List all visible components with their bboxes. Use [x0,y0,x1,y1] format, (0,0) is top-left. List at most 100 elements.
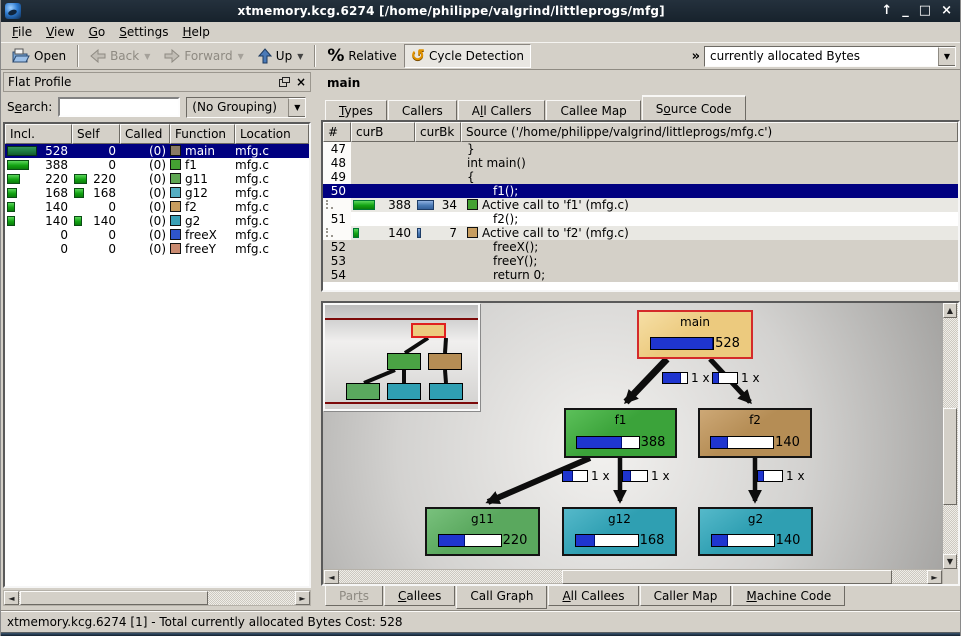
column-header-incl[interactable]: Incl. [5,124,72,144]
function-row-main[interactable]: 5280(0)mainmfg.c [5,144,309,158]
function-row-g12[interactable]: 168168(0)g12mfg.c [5,186,309,200]
graph-node-f2[interactable]: f2140 [698,408,812,458]
grouping-combobox[interactable]: (No Grouping) ▼ [186,97,306,118]
graph-overview-minimap[interactable] [323,303,480,411]
source-column-header[interactable]: curB [351,122,415,142]
open-button[interactable]: Open [5,44,73,68]
column-header-function[interactable]: Function [170,124,235,144]
tab-all-callees[interactable]: All Callees [548,586,638,606]
column-header-called[interactable]: Called [120,124,170,144]
function-row-g2[interactable]: 140140(0)g2mfg.c [5,214,309,228]
scroll-up-icon[interactable]: ▲ [943,303,957,318]
scroll-right-icon[interactable]: ► [295,591,310,605]
source-line-49[interactable]: 49{ [323,170,958,184]
source-line-51[interactable]: 51f2(); [323,212,958,226]
call-graph-panel: main528f1388f2140g11220g12168g21401 x1 x… [321,301,960,586]
edge-label-f1-g11: 1 x [562,469,610,483]
maximize-button[interactable]: □ [919,4,931,18]
function-row-f2[interactable]: 1400(0)f2mfg.c [5,200,309,214]
call-graph-canvas[interactable]: main528f1388f2140g11220g12168g21401 x1 x… [323,303,943,569]
source-column-header[interactable]: # [323,122,351,142]
vertical-splitter[interactable] [313,70,321,610]
function-name: main [185,144,215,158]
scroll-left-icon[interactable]: ◄ [4,591,19,605]
function-row-freeX[interactable]: 00(0)freeXmfg.c [5,228,309,242]
tab-caller-map[interactable]: Caller Map [640,586,732,606]
graph-node-g11[interactable]: g11220 [425,507,540,556]
incl-value: 140 [45,200,68,214]
incl-cost-bar [7,146,37,156]
function-row-f1[interactable]: 3880(0)f1mfg.c [5,158,309,172]
scrollbar-thumb[interactable] [562,570,892,584]
graph-node-main[interactable]: main528 [637,310,753,359]
function-row-g11[interactable]: 220220(0)g11mfg.c [5,172,309,186]
shade-button[interactable]: ↑ [881,4,892,18]
function-color-icon [170,159,181,170]
minimap-node [346,383,380,400]
tab-call-graph[interactable]: Call Graph [456,586,547,609]
tab-all-callers[interactable]: All Callers [458,100,546,120]
cycle-detection-button[interactable]: ↺ Cycle Detection [404,44,531,68]
column-header-self[interactable]: Self [72,124,120,144]
self-value: 0 [108,158,116,172]
up-button[interactable]: Up ▼ [251,44,311,68]
active-call-row[interactable]: 1407Active call to 'f2' (mfg.c) [323,226,958,240]
source-column-header[interactable]: Source ('/home/philippe/valgrind/littlep… [461,122,958,142]
column-header-location[interactable]: Location [235,124,309,144]
tab-callee-map[interactable]: Callee Map [546,100,640,120]
graph-hscrollbar[interactable]: ◄ ► [323,569,943,584]
scrollbar-thumb[interactable] [20,591,208,605]
source-line-47[interactable]: 47} [323,142,958,156]
minimap-node [429,383,463,400]
minimize-button[interactable]: _ [902,4,909,18]
menu-go[interactable]: Go [82,23,113,41]
scroll-down-icon[interactable]: ▼ [943,554,957,569]
float-dock-icon[interactable] [279,77,290,87]
back-dropdown-arrow[interactable]: ▼ [144,52,150,61]
called-value: (0) [120,158,170,172]
tab-parts[interactable]: Parts [325,586,383,606]
menu-help[interactable]: Help [175,23,216,41]
source-line-54[interactable]: 54return 0; [323,268,958,282]
relative-toggle-button[interactable]: % Relative [320,44,403,68]
close-dock-icon[interactable]: × [296,75,306,89]
close-button[interactable]: × [941,4,952,18]
incl-value: 388 [45,158,68,172]
tab-source-code[interactable]: Source Code [642,95,746,120]
menu-view[interactable]: View [39,23,81,41]
function-color-icon [467,227,478,238]
source-line-53[interactable]: 53freeY(); [323,254,958,268]
function-row-freeY[interactable]: 00(0)freeYmfg.c [5,242,309,256]
forward-button[interactable]: Forward ▼ [157,44,250,68]
forward-dropdown-arrow[interactable]: ▼ [238,52,244,61]
dock-titlebar[interactable]: Flat Profile × [3,72,311,92]
tab-machine-code[interactable]: Machine Code [732,586,845,606]
menu-settings[interactable]: Settings [112,23,175,41]
graph-vscrollbar[interactable]: ▲ ▼ [943,303,958,569]
search-input[interactable] [58,97,180,117]
graph-node-f1[interactable]: f1388 [564,408,677,458]
active-call-row[interactable]: 38834Active call to 'f1' (mfg.c) [323,198,958,212]
chevron-down-icon[interactable]: ▼ [288,98,305,117]
toolbar-overflow-chevron[interactable]: » [692,49,700,64]
titlebar[interactable]: xtmemory.kcg.6274 [/home/philippe/valgri… [1,0,960,22]
tab-callees[interactable]: Callees [384,586,455,606]
graph-node-g12[interactable]: g12168 [562,507,677,556]
scroll-left-icon[interactable]: ◄ [324,570,339,584]
up-dropdown-arrow[interactable]: ▼ [297,52,303,61]
source-line-52[interactable]: 52freeX(); [323,240,958,254]
scroll-right-icon[interactable]: ► [927,570,942,584]
tab-callers[interactable]: Callers [388,100,457,120]
back-button[interactable]: Back ▼ [83,44,157,68]
tab-types[interactable]: Types [325,100,387,120]
event-type-combobox[interactable]: currently allocated Bytes ▼ [704,46,956,67]
source-line-50[interactable]: 50f1(); [323,184,958,198]
menu-file[interactable]: File [5,23,39,41]
graph-node-g2[interactable]: g2140 [698,507,813,556]
scrollbar-thumb[interactable] [943,408,957,505]
flat-profile-hscrollbar[interactable]: ◄ ► [3,590,311,606]
source-column-header[interactable]: curBk [415,122,461,142]
chevron-down-icon[interactable]: ▼ [938,47,955,66]
horizontal-splitter[interactable] [321,292,960,301]
source-line-48[interactable]: 48int main() [323,156,958,170]
